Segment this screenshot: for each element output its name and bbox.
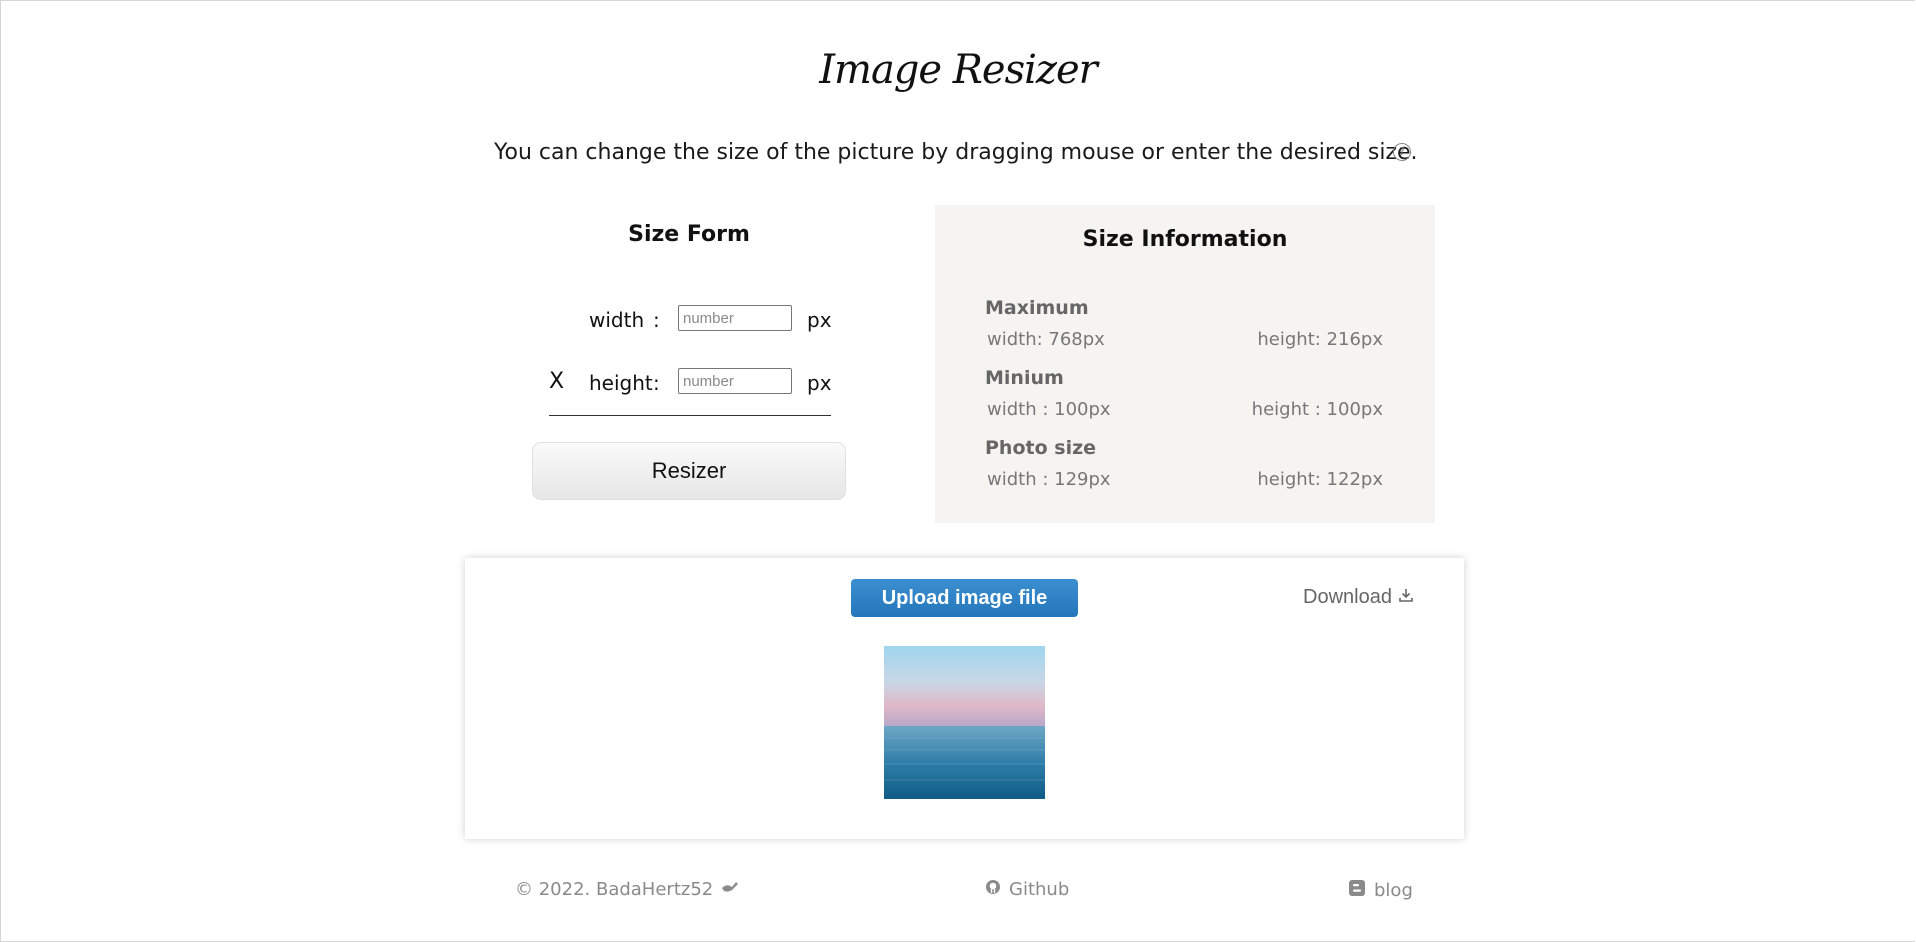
size-form-title: Size Form — [628, 222, 750, 247]
copyright: © 2022. BadaHertz52 — [515, 879, 739, 900]
minimum-width: width : 100px — [987, 399, 1111, 420]
minimum-title: Minium — [985, 367, 1064, 389]
resizer-button[interactable]: Resizer — [532, 442, 846, 500]
size-information-title: Size Information — [1082, 227, 1288, 252]
maximum-width: width: 768px — [987, 329, 1105, 350]
download-label: Download — [1303, 586, 1392, 608]
download-icon — [1398, 586, 1414, 609]
maximum-height: height: 216px — [1257, 329, 1383, 350]
uploaded-photo[interactable] — [884, 646, 1045, 799]
maximum-title: Maximum — [985, 297, 1089, 319]
upload-card: Upload image file Download — [465, 558, 1464, 839]
form-divider — [549, 415, 831, 416]
page-title: Image Resizer — [819, 47, 1098, 93]
upload-image-button[interactable]: Upload image file — [851, 579, 1078, 617]
height-colon: : — [653, 371, 660, 395]
minimum-height: height : 100px — [1251, 399, 1383, 420]
photo-width: width : 129px — [987, 469, 1111, 490]
question-circle-icon[interactable]: ? — [1393, 143, 1411, 161]
app-window: Image Resizer You can change the size of… — [0, 0, 1915, 942]
github-icon — [985, 879, 1001, 900]
blogger-icon — [1348, 879, 1366, 902]
height-row: X height : px — [549, 368, 832, 398]
photo-size-title: Photo size — [985, 437, 1097, 459]
photo-height: height: 122px — [1257, 469, 1383, 490]
github-link[interactable]: Github — [985, 879, 1069, 900]
page-subtitle: You can change the size of the picture b… — [494, 140, 1418, 165]
width-unit: px — [807, 308, 832, 332]
size-information-panel: Size Information Maximum width: 768px he… — [935, 205, 1435, 523]
blog-link[interactable]: blog — [1348, 879, 1413, 902]
copyright-text: © 2022. BadaHertz52 — [515, 879, 714, 900]
height-label: height — [589, 371, 653, 395]
download-link[interactable]: Download — [1303, 586, 1414, 609]
github-label: Github — [1009, 879, 1070, 900]
blog-label: blog — [1374, 880, 1413, 901]
multiply-symbol: X — [549, 369, 565, 394]
height-input[interactable] — [678, 368, 792, 394]
height-unit: px — [807, 371, 832, 395]
width-row: width : px — [549, 305, 832, 335]
whale-icon — [721, 879, 739, 900]
width-input[interactable] — [678, 305, 792, 331]
width-label: width — [589, 308, 645, 332]
width-colon: : — [653, 308, 660, 332]
